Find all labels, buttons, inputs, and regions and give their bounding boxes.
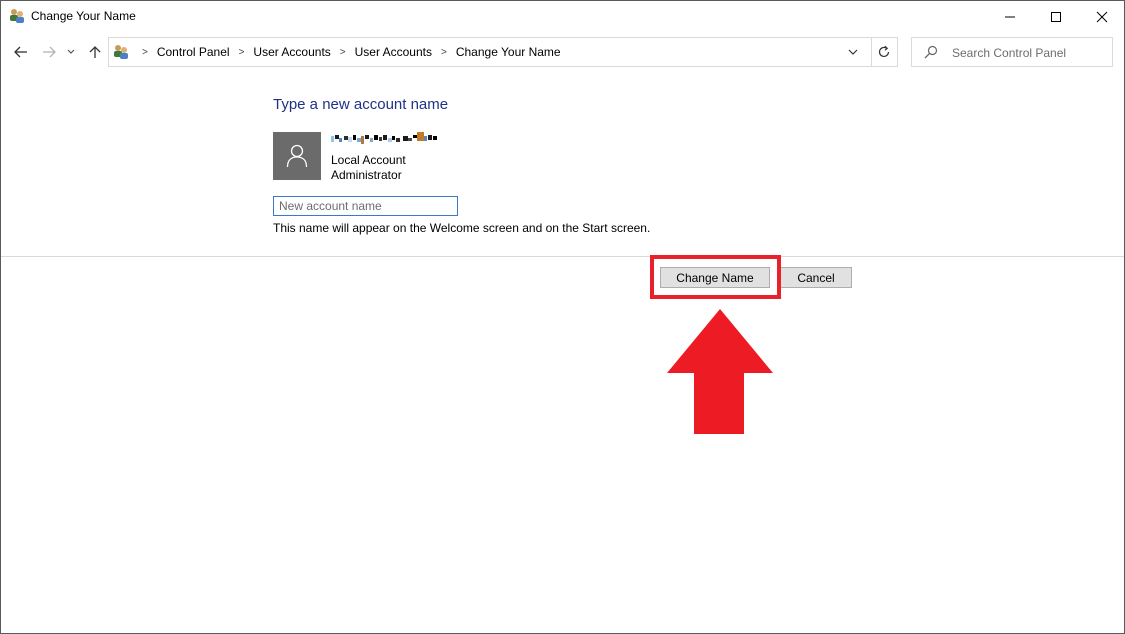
maximize-button[interactable]: [1033, 1, 1079, 32]
close-icon: [1096, 11, 1108, 22]
name-hint-text: This name will appear on the Welcome scr…: [273, 221, 651, 235]
user-accounts-icon: [9, 8, 25, 24]
refresh-button[interactable]: [875, 44, 893, 60]
divider: [1, 256, 1124, 257]
arrow-up-icon: [89, 46, 101, 58]
arrow-left-icon: [14, 46, 27, 58]
close-button[interactable]: [1079, 1, 1125, 32]
up-button[interactable]: [85, 42, 105, 62]
breadcrumb: > Control Panel > User Accounts > User A…: [133, 38, 561, 66]
search-placeholder: Search Control Panel: [952, 46, 1067, 60]
chevron-down-icon: [67, 49, 75, 54]
breadcrumb-separator[interactable]: >: [239, 47, 245, 58]
chevron-down-icon: [848, 49, 858, 55]
minimize-icon: [1005, 16, 1015, 17]
highlight-box: [650, 255, 781, 299]
breadcrumb-control-panel[interactable]: Control Panel: [157, 45, 230, 59]
recent-locations-button[interactable]: [64, 42, 78, 62]
new-account-name-input[interactable]: [273, 196, 458, 216]
breadcrumb-change-your-name[interactable]: Change Your Name: [456, 45, 561, 59]
change-name-window: Change Your Name > Control Panel > User …: [0, 0, 1125, 634]
search-box[interactable]: Search Control Panel: [911, 37, 1113, 67]
refresh-icon: [878, 45, 890, 58]
arrow-right-icon: [43, 46, 56, 58]
address-divider: [871, 38, 872, 66]
minimize-button[interactable]: [987, 1, 1033, 32]
arrow-up-annotation-icon: [667, 309, 773, 434]
account-role: Administrator: [331, 168, 402, 182]
cancel-button[interactable]: Cancel: [780, 267, 852, 288]
search-icon: [924, 45, 938, 59]
address-bar[interactable]: > Control Panel > User Accounts > User A…: [108, 37, 898, 67]
user-accounts-icon: [113, 44, 129, 60]
breadcrumb-separator[interactable]: >: [142, 47, 148, 58]
breadcrumb-user-accounts-sub[interactable]: User Accounts: [355, 45, 432, 59]
navigation-bar: > Control Panel > User Accounts > User A…: [1, 34, 1124, 70]
address-history-button[interactable]: [845, 44, 861, 60]
back-button[interactable]: [11, 42, 31, 62]
account-type: Local Account: [331, 153, 406, 167]
title-bar: Change Your Name: [1, 1, 1124, 32]
maximize-icon: [1051, 11, 1061, 22]
account-name-redacted: [331, 132, 441, 146]
page-heading: Type a new account name: [273, 96, 449, 113]
breadcrumb-separator[interactable]: >: [441, 47, 447, 58]
window-title: Change Your Name: [31, 9, 136, 23]
breadcrumb-user-accounts[interactable]: User Accounts: [253, 45, 330, 59]
user-silhouette-icon: [286, 144, 308, 168]
forward-button[interactable]: [39, 42, 59, 62]
avatar: [273, 132, 321, 180]
breadcrumb-separator[interactable]: >: [340, 47, 346, 58]
